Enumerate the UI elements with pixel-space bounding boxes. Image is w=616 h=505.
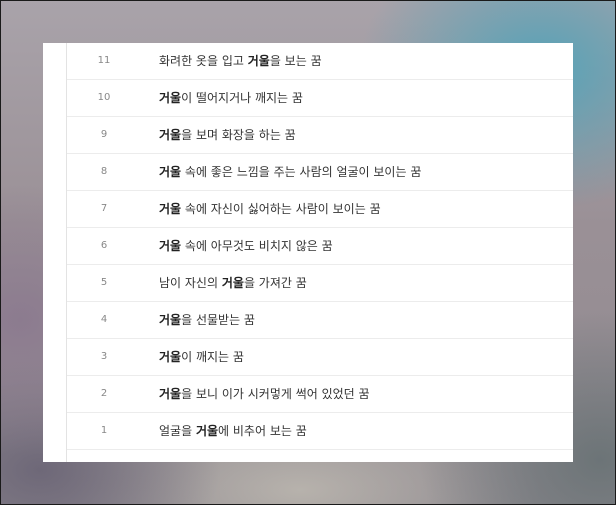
title-keyword: 거울 bbox=[159, 128, 182, 142]
title-suffix: 속에 좋은 느낌을 주는 사람의 얼굴이 보이는 꿈 bbox=[181, 165, 422, 179]
item-title[interactable]: 거울을 보며 화장을 하는 꿈 bbox=[159, 117, 296, 153]
item-number: 1 bbox=[100, 425, 108, 436]
item-title[interactable]: 거울이 깨지는 꿈 bbox=[159, 339, 244, 375]
title-keyword: 거울 bbox=[159, 313, 182, 327]
title-keyword: 거울 bbox=[159, 165, 182, 179]
item-title[interactable]: 거울을 선물받는 꿈 bbox=[159, 302, 255, 338]
list-item[interactable]: 9 거울을 보며 화장을 하는 꿈 bbox=[67, 117, 573, 154]
item-title[interactable]: 거울이 떨어지거나 깨지는 꿈 bbox=[159, 80, 303, 116]
item-title[interactable]: 거울 속에 자신이 싫어하는 사람이 보이는 꿈 bbox=[159, 191, 381, 227]
title-prefix: 남이 자신의 bbox=[159, 276, 222, 290]
list-item[interactable]: 8 거울 속에 좋은 느낌을 주는 사람의 얼굴이 보이는 꿈 bbox=[67, 154, 573, 191]
list-item[interactable]: 6 거울 속에 아무것도 비치지 않은 꿈 bbox=[67, 228, 573, 265]
title-suffix: 을 보는 꿈 bbox=[269, 54, 322, 68]
item-title[interactable]: 거울을 보니 이가 시커멓게 썩어 있었던 꿈 bbox=[159, 376, 370, 412]
title-keyword: 거울 bbox=[159, 239, 182, 253]
item-number: 3 bbox=[100, 351, 108, 362]
list-item[interactable]: 7 거울 속에 자신이 싫어하는 사람이 보이는 꿈 bbox=[67, 191, 573, 228]
item-title[interactable]: 남이 자신의 거울을 가져간 꿈 bbox=[159, 265, 307, 301]
item-title[interactable]: 거울 속에 아무것도 비치지 않은 꿈 bbox=[159, 228, 333, 264]
item-title[interactable]: 거울 속에 좋은 느낌을 주는 사람의 얼굴이 보이는 꿈 bbox=[159, 154, 421, 190]
list-item[interactable]: 3 거울이 깨지는 꿈 bbox=[67, 339, 573, 376]
title-keyword: 거울 bbox=[159, 91, 182, 105]
item-number: 4 bbox=[100, 314, 108, 325]
title-keyword: 거울 bbox=[195, 424, 219, 438]
dream-list-panel: 11 화려한 옷을 입고 거울을 보는 꿈 10 거울이 떨어지거나 깨지는 꿈… bbox=[43, 43, 573, 462]
title-suffix: 을 가져간 꿈 bbox=[243, 276, 307, 290]
title-suffix: 속에 아무것도 비치지 않은 꿈 bbox=[181, 239, 333, 253]
title-keyword: 거울 bbox=[221, 276, 244, 290]
title-suffix: 속에 자신이 싫어하는 사람이 보이는 꿈 bbox=[181, 202, 381, 216]
item-number: 8 bbox=[100, 166, 108, 177]
list-item[interactable]: 11 화려한 옷을 입고 거울을 보는 꿈 bbox=[67, 43, 573, 80]
title-suffix: 을 보니 이가 시커멓게 썩어 있었던 꿈 bbox=[181, 387, 370, 401]
list-item[interactable]: 4 거울을 선물받는 꿈 bbox=[67, 302, 573, 339]
title-keyword: 거울 bbox=[159, 387, 182, 401]
list-item[interactable]: 10 거울이 떨어지거나 깨지는 꿈 bbox=[67, 80, 573, 117]
title-suffix: 이 떨어지거나 깨지는 꿈 bbox=[181, 91, 303, 105]
title-suffix: 을 선물받는 꿈 bbox=[181, 313, 255, 327]
list-item[interactable]: 5 남이 자신의 거울을 가져간 꿈 bbox=[67, 265, 573, 302]
item-title[interactable]: 화려한 옷을 입고 거울을 보는 꿈 bbox=[159, 43, 322, 79]
item-number: 11 bbox=[97, 55, 111, 66]
title-keyword: 거울 bbox=[159, 350, 182, 364]
item-number: 5 bbox=[100, 277, 108, 288]
dream-list: 11 화려한 옷을 입고 거울을 보는 꿈 10 거울이 떨어지거나 깨지는 꿈… bbox=[67, 43, 573, 450]
title-prefix: 화려한 옷을 입고 bbox=[159, 54, 248, 68]
item-number: 9 bbox=[100, 129, 108, 140]
list-item[interactable]: 2 거울을 보니 이가 시커멓게 썩어 있었던 꿈 bbox=[67, 376, 573, 413]
list-item[interactable]: 1 얼굴을 거울에 비추어 보는 꿈 bbox=[67, 413, 573, 450]
item-number: 7 bbox=[100, 203, 108, 214]
item-number: 6 bbox=[100, 240, 108, 251]
item-number: 10 bbox=[97, 92, 111, 103]
title-suffix: 에 비추어 보는 꿈 bbox=[218, 424, 307, 438]
title-suffix: 이 깨지는 꿈 bbox=[181, 350, 244, 364]
title-prefix: 얼굴을 bbox=[159, 424, 196, 438]
item-title[interactable]: 얼굴을 거울에 비추어 보는 꿈 bbox=[159, 413, 307, 449]
item-number: 2 bbox=[100, 388, 108, 399]
title-suffix: 을 보며 화장을 하는 꿈 bbox=[181, 128, 296, 142]
title-keyword: 거울 bbox=[247, 54, 270, 68]
title-keyword: 거울 bbox=[159, 202, 182, 216]
